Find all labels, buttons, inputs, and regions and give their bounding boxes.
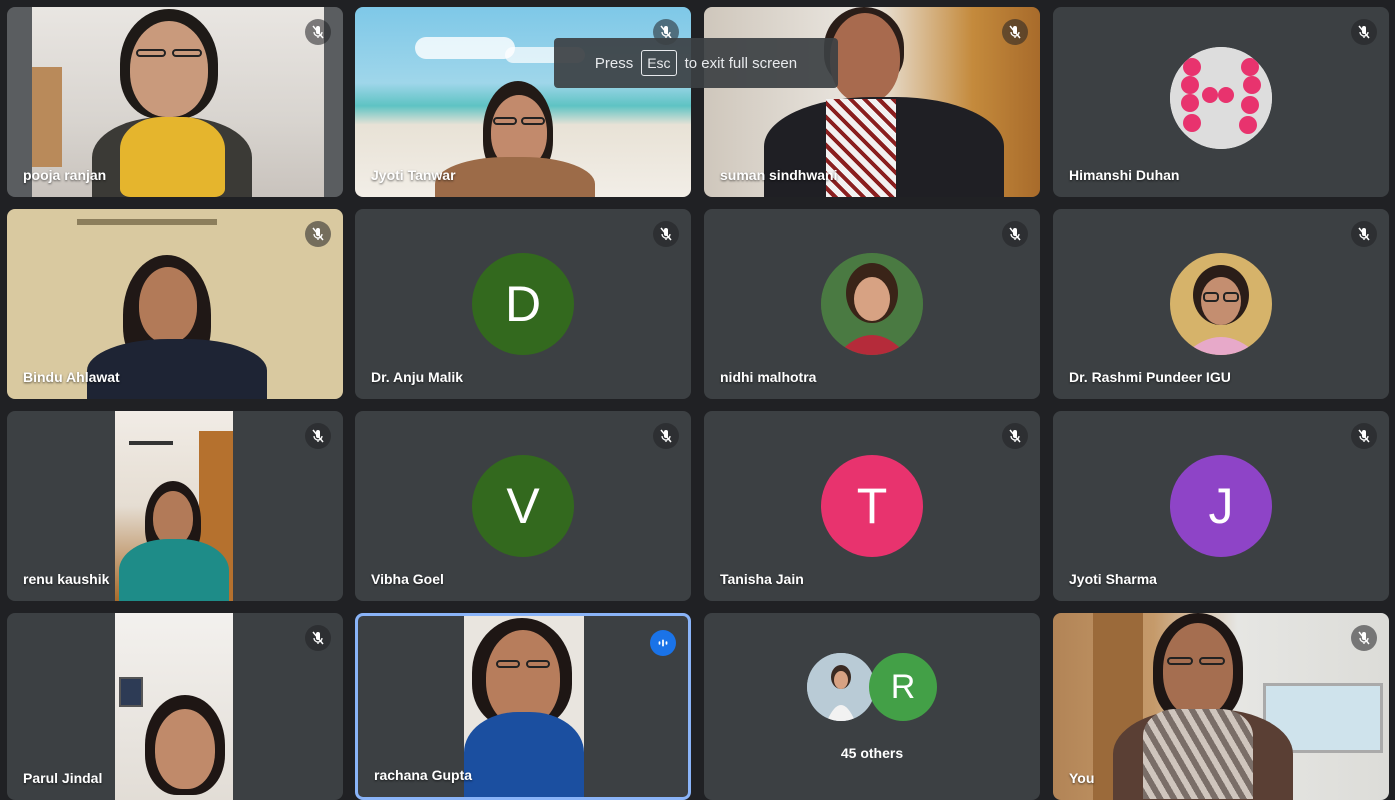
participant-avatar	[821, 253, 923, 355]
participant-name: nidhi malhotra	[720, 369, 817, 385]
participant-initial-avatar: D	[472, 253, 574, 355]
participant-name: Jyoti Tanwar	[371, 167, 456, 183]
participant-name: You	[1069, 770, 1095, 786]
participant-tile[interactable]: Dr. Rashmi Pundeer IGU	[1053, 209, 1389, 399]
toast-suffix: to exit full screen	[684, 54, 798, 72]
participant-tile[interactable]: V Vibha Goel	[355, 411, 691, 601]
participant-name: renu kaushik	[23, 571, 110, 587]
participant-name: rachana Gupta	[374, 767, 473, 783]
participant-name: Tanisha Jain	[720, 571, 804, 587]
participant-name: pooja ranjan	[23, 167, 107, 183]
participant-tile[interactable]: T Tanisha Jain	[704, 411, 1040, 601]
participant-video	[115, 613, 233, 800]
mic-muted-icon	[1351, 221, 1377, 247]
mic-muted-icon	[305, 19, 331, 45]
exit-fullscreen-toast: Press Esc to exit full screen	[554, 38, 838, 88]
participant-tile[interactable]: D Dr. Anju Malik	[355, 209, 691, 399]
mic-muted-icon	[1002, 423, 1028, 449]
participant-tile[interactable]: Himanshi Duhan	[1053, 7, 1389, 197]
mic-muted-icon	[305, 423, 331, 449]
others-tile[interactable]: R 45 others	[704, 613, 1040, 800]
mic-muted-icon	[1002, 19, 1028, 45]
participant-initial-avatar: V	[472, 455, 574, 557]
participant-name: Bindu Ahlawat	[23, 369, 120, 385]
participant-name: Himanshi Duhan	[1069, 167, 1180, 183]
mic-muted-icon	[305, 625, 331, 651]
participant-video	[464, 616, 584, 797]
participant-tile[interactable]: suman sindhwani	[704, 7, 1040, 197]
participant-tile[interactable]: Jyoti Tanwar	[355, 7, 691, 197]
participant-name: Dr. Anju Malik	[371, 369, 464, 385]
participant-initial-avatar: J	[1170, 455, 1272, 557]
participant-avatar	[1170, 253, 1272, 355]
esc-key-hint: Esc	[641, 50, 677, 76]
participant-initial-avatar: T	[821, 455, 923, 557]
others-initial-avatar: R	[869, 653, 937, 721]
speaking-indicator-icon	[650, 630, 676, 656]
participant-tile[interactable]: Parul Jindal	[7, 613, 343, 800]
participant-video	[115, 411, 233, 601]
participant-name: Jyoti Sharma	[1069, 571, 1157, 587]
participant-tile[interactable]: renu kaushik	[7, 411, 343, 601]
mic-muted-icon	[1002, 221, 1028, 247]
others-photo-avatar	[807, 653, 875, 721]
participant-name: Dr. Rashmi Pundeer IGU	[1069, 369, 1231, 385]
participant-tile[interactable]: pooja ranjan	[7, 7, 343, 197]
participant-tile[interactable]: J Jyoti Sharma	[1053, 411, 1389, 601]
others-avatars: R	[807, 653, 937, 721]
participant-avatar	[1170, 47, 1272, 150]
participant-tile-active-speaker[interactable]: rachana Gupta	[355, 613, 691, 800]
mic-muted-icon	[653, 423, 679, 449]
participant-tile-self[interactable]: You	[1053, 613, 1389, 800]
participant-name: Vibha Goel	[371, 571, 444, 587]
mic-muted-icon	[1351, 625, 1377, 651]
mic-muted-icon	[1351, 19, 1377, 45]
others-count-label: 45 others	[840, 745, 904, 761]
participant-name: suman sindhwani	[720, 167, 838, 183]
mic-muted-icon	[305, 221, 331, 247]
toast-prefix: Press	[594, 54, 634, 72]
participant-tile[interactable]: Bindu Ahlawat	[7, 209, 343, 399]
mic-muted-icon	[653, 221, 679, 247]
participant-name: Parul Jindal	[23, 770, 103, 786]
participant-tile[interactable]: nidhi malhotra	[704, 209, 1040, 399]
mic-muted-icon	[1351, 423, 1377, 449]
